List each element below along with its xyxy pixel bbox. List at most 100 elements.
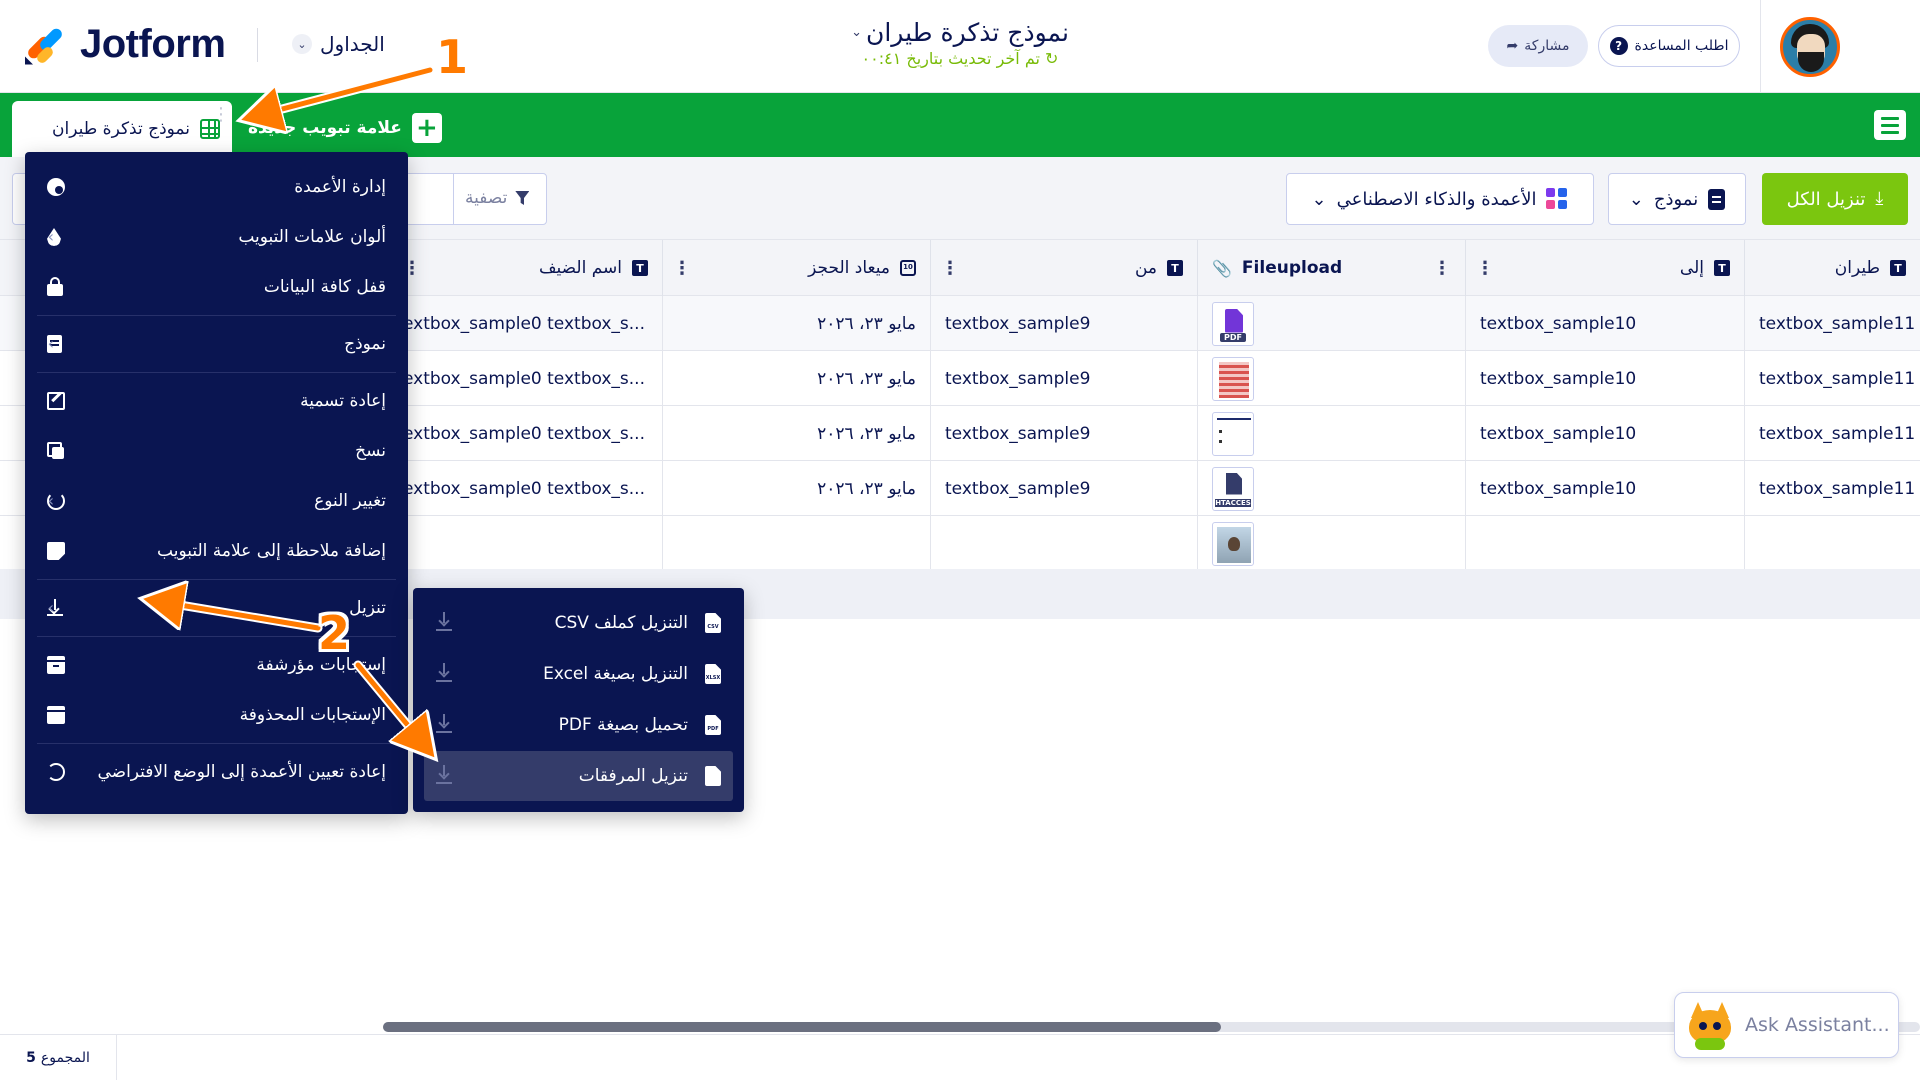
- ask-assistant-button[interactable]: Ask Assistant...: [1674, 992, 1899, 1058]
- column-label: اسم الضيف: [538, 258, 622, 278]
- logo-text: Jotform: [80, 22, 226, 66]
- photo-file-thumbnail[interactable]: [1212, 521, 1254, 566]
- cell-fileupload[interactable]: [1197, 516, 1465, 571]
- scrollbar-thumb[interactable]: [383, 1022, 1221, 1032]
- column-menu-icon[interactable]: ⋮: [941, 258, 959, 279]
- cell-booking-date[interactable]: مايو ٢٣، ٢٠٢٦: [662, 296, 930, 351]
- menu-item-manage-columns[interactable]: إدارة الأعمدة: [37, 162, 396, 212]
- column-header-to[interactable]: T إلى ⋮: [1465, 240, 1744, 296]
- cell-from[interactable]: textbox_sample9: [930, 461, 1197, 516]
- menu-item-change-type[interactable]: تغيير النوع ›: [37, 476, 396, 526]
- tab-flight-ticket-form[interactable]: نموذج تذكرة طيران: [12, 101, 232, 157]
- chevron-left-icon: ›: [47, 491, 54, 510]
- form-button[interactable]: نموذج ⌄: [1608, 173, 1746, 225]
- cell-from[interactable]: textbox_sample9: [930, 406, 1197, 461]
- cell-to[interactable]: textbox_sample10: [1465, 351, 1744, 406]
- pdf-file-thumbnail[interactable]: PDF: [1212, 301, 1254, 346]
- cell-booking-date[interactable]: مايو ٢٣، ٢٠٢٦: [662, 351, 930, 406]
- column-menu-icon[interactable]: ⋮: [1433, 258, 1451, 279]
- cell-fileupload[interactable]: [1197, 351, 1465, 406]
- jotform-logo[interactable]: Jotform: [24, 22, 259, 67]
- filter-button[interactable]: تصفية: [465, 188, 530, 208]
- submenu-item-pdf[interactable]: PDF تحميل بصيغة PDF: [424, 700, 733, 750]
- footer: المجموع 5: [0, 1034, 1920, 1080]
- column-label: ميعاد الحجز: [808, 258, 890, 278]
- cell-fileupload[interactable]: [1197, 406, 1465, 461]
- tables-dropdown[interactable]: الجداول ⌄: [292, 32, 385, 56]
- column-header-flight[interactable]: T طيران: [1744, 240, 1920, 296]
- total-count: المجموع 5: [0, 1035, 117, 1080]
- cell-flight[interactable]: textbox_sample11: [1744, 351, 1920, 406]
- cell-guest-name[interactable]: extbox_sample0 textbox_s...: [392, 406, 662, 461]
- cell-flight[interactable]: textbox_sample11: [1744, 406, 1920, 461]
- share-arrow-icon: ➦: [1506, 38, 1519, 54]
- cell-flight[interactable]: [1744, 516, 1920, 571]
- submenu-item-attachments[interactable]: تنزيل المرفقات: [424, 751, 733, 801]
- menu-item-deleted-responses[interactable]: الإستجابات المحذوفة: [37, 690, 396, 740]
- cell-guest-name[interactable]: [392, 516, 662, 571]
- cell-booking-date[interactable]: مايو ٢٣، ٢٠٢٦: [662, 406, 930, 461]
- download-all-button[interactable]: ⤓ تنزيل الكل: [1762, 173, 1908, 225]
- cell-to[interactable]: textbox_sample10: [1465, 296, 1744, 351]
- get-help-button[interactable]: اطلب المساعدة ?: [1598, 25, 1740, 67]
- cell-flight[interactable]: textbox_sample11: [1744, 296, 1920, 351]
- cell-booking-date[interactable]: مايو ٢٣، ٢٠٢٦: [662, 461, 930, 516]
- download-icon: [436, 765, 452, 785]
- refresh-icon: ↻: [1039, 49, 1059, 68]
- chevron-left-icon: ›: [47, 334, 54, 353]
- column-label: من: [1134, 258, 1157, 278]
- form-title-dropdown[interactable]: نموذج تذكرة طيران ⌄: [851, 18, 1069, 47]
- cell-fileupload[interactable]: PDF: [1197, 296, 1465, 351]
- cell-booking-date[interactable]: [662, 516, 930, 571]
- submenu-item-label: تنزيل المرفقات: [578, 766, 688, 786]
- menu-item-rename[interactable]: إعادة تسمية: [37, 376, 396, 426]
- share-label: مشاركة: [1524, 38, 1570, 54]
- cell-to[interactable]: textbox_sample10: [1465, 406, 1744, 461]
- menu-item-label: إعادة تسمية: [300, 391, 386, 411]
- cell-guest-name[interactable]: extbox_sample0 textbox_s...: [392, 296, 662, 351]
- cell-guest-name[interactable]: extbox_sample0 textbox_s...: [392, 351, 662, 406]
- column-header-fileupload[interactable]: 📎 Fileupload ⋮: [1197, 240, 1465, 296]
- cell-fileupload[interactable]: HTACCES: [1197, 461, 1465, 516]
- hamburger-menu-icon[interactable]: [1874, 110, 1906, 140]
- menu-item-add-note[interactable]: إضافة ملاحظة إلى علامة التبويب: [37, 526, 396, 576]
- menu-item-label: إدارة الأعمدة: [294, 177, 386, 197]
- new-tab-button[interactable]: + علامة تبويب جديدة: [248, 113, 442, 143]
- lock-icon: [47, 277, 63, 296]
- avatar[interactable]: [1780, 17, 1840, 77]
- cell-from[interactable]: [930, 516, 1197, 571]
- assistant-avatar-icon: [1685, 1000, 1735, 1050]
- share-button[interactable]: مشاركة ➦: [1488, 25, 1588, 67]
- menu-item-duplicate[interactable]: نسخ: [37, 426, 396, 476]
- submenu-item-label: تحميل بصيغة PDF: [558, 715, 688, 735]
- column-header-booking-date[interactable]: 10 ميعاد الحجز ⋮: [662, 240, 930, 296]
- submenu-item-csv[interactable]: CSV التنزيل كملف CSV: [424, 598, 733, 648]
- document-file-thumbnail[interactable]: [1212, 411, 1254, 456]
- htaccess-file-thumbnail[interactable]: HTACCES: [1212, 466, 1254, 511]
- cell-to[interactable]: [1465, 516, 1744, 571]
- cell-flight[interactable]: textbox_sample11: [1744, 461, 1920, 516]
- cell-from[interactable]: textbox_sample9: [930, 296, 1197, 351]
- menu-item-label: إعادة تعيين الأعمدة إلى الوضع الافتراضي: [97, 762, 386, 782]
- tab-options-icon[interactable]: ⋮: [212, 106, 230, 124]
- trash-icon: [47, 706, 65, 724]
- cell-to[interactable]: textbox_sample10: [1465, 461, 1744, 516]
- divider: [257, 27, 259, 62]
- menu-item-lock-data[interactable]: قفل كافة البيانات: [37, 262, 396, 312]
- image-file-thumbnail[interactable]: [1212, 356, 1254, 401]
- menu-item-reset-columns[interactable]: إعادة تعيين الأعمدة إلى الوضع الافتراضي: [37, 747, 396, 797]
- cell-guest-name[interactable]: extbox_sample0 textbox_s...: [392, 461, 662, 516]
- menu-item-form[interactable]: نموذج ›: [37, 319, 396, 369]
- column-menu-icon[interactable]: ⋮: [1476, 258, 1494, 279]
- form-title-block: نموذج تذكرة طيران ⌄ ↻ تم آخر تحديث بتاري…: [760, 18, 1160, 68]
- column-header-guest-name[interactable]: T اسم الضيف ⋮: [392, 240, 662, 296]
- cell-from[interactable]: textbox_sample9: [930, 351, 1197, 406]
- last-updated-status: ↻ تم آخر تحديث بتاريخ ٠٠:٤١: [760, 49, 1160, 68]
- column-header-from[interactable]: T من ⋮: [930, 240, 1197, 296]
- column-menu-icon[interactable]: ⋮: [673, 258, 691, 279]
- chevron-down-icon: ⌄: [1628, 188, 1644, 210]
- submenu-item-excel[interactable]: XLSX التنزيل بصيغة Excel: [424, 649, 733, 699]
- columns-ai-button[interactable]: الأعمدة والذكاء الاصطناعي ⌄: [1286, 173, 1594, 225]
- jotform-logo-icon: [24, 24, 66, 66]
- menu-item-tab-colors[interactable]: ألوان علامات التبويب ›: [37, 212, 396, 262]
